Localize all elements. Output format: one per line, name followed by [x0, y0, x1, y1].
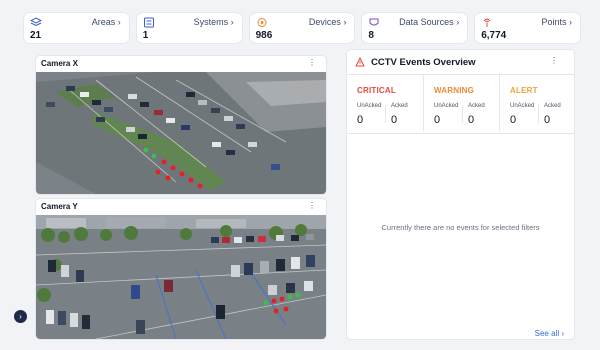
chevron-right-icon: › — [343, 17, 347, 27]
acked-label: Acked — [468, 103, 485, 109]
severity-warning[interactable]: WARNING UnAcked Acked 0 0 — [423, 74, 499, 131]
unacked-count: 0 — [434, 114, 441, 126]
empty-state-message: Currently there are no events for select… — [381, 223, 540, 232]
severity-name: WARNING — [434, 86, 475, 95]
divider — [462, 105, 463, 123]
camera-x-panel: Camera X ⋮ — [36, 56, 326, 194]
more-options-icon[interactable]: ⋮ — [550, 56, 558, 65]
more-options-icon[interactable]: ⋮ — [308, 58, 316, 67]
stat-value: 1 — [142, 30, 149, 41]
unacked-count: 0 — [510, 114, 517, 126]
stat-card-devices[interactable]: Devices › 986 — [249, 13, 355, 43]
antenna-icon — [483, 18, 491, 27]
device-icon — [257, 18, 267, 27]
severity-alert[interactable]: ALERT UnAcked Acked 0 0 — [499, 74, 575, 131]
stat-card-points[interactable]: Points › 6,774 — [475, 13, 580, 43]
chevron-right-icon: › — [568, 17, 572, 27]
severity-name: ALERT — [510, 86, 538, 95]
chevron-right-icon: › — [456, 17, 460, 27]
layers-icon — [30, 17, 42, 27]
stat-value: 21 — [30, 30, 42, 41]
acked-count: 0 — [468, 114, 475, 126]
severity-name: CRITICAL — [357, 86, 396, 95]
chevron-right-icon[interactable]: › — [14, 310, 27, 323]
camera-y-feed[interactable] — [36, 215, 326, 339]
stat-label: Systems — [193, 17, 229, 27]
stat-label: Points — [541, 17, 567, 27]
divider — [347, 133, 574, 134]
stat-value: 986 — [255, 30, 273, 41]
stat-label: Areas — [91, 17, 116, 27]
stat-card-areas[interactable]: Areas › 21 — [24, 13, 129, 43]
unacked-count: 0 — [357, 114, 364, 126]
severity-critical[interactable]: CRITICAL UnAcked Acked 0 0 — [347, 74, 422, 131]
acked-label: Acked — [544, 103, 561, 109]
events-header: CCTV Events Overview ⋮ — [347, 50, 574, 75]
warning-icon — [355, 57, 365, 67]
unacked-label: UnAcked — [434, 103, 459, 109]
chevron-right-icon: › — [230, 17, 234, 27]
stat-label: Devices — [308, 17, 341, 27]
more-options-icon[interactable]: ⋮ — [308, 201, 316, 210]
stat-label: Data Sources — [399, 17, 454, 27]
stat-card-data-sources[interactable]: Data Sources › 8 — [362, 13, 468, 43]
camera-x-feed[interactable] — [36, 72, 326, 194]
camera-title: Camera X — [41, 59, 78, 68]
events-title: CCTV Events Overview — [371, 57, 476, 68]
divider — [385, 105, 386, 123]
stat-value: 8 — [368, 30, 374, 41]
acked-count: 0 — [391, 114, 398, 126]
divider — [538, 105, 539, 123]
cctv-events-panel: CCTV Events Overview ⋮ CRITICAL UnAcked … — [347, 50, 574, 339]
chevron-right-icon: › — [117, 17, 121, 27]
server-icon — [143, 17, 154, 28]
stats-bar: Areas › 21 Systems › 1 Devices › 986 Dat… — [24, 13, 580, 43]
acked-count: 0 — [544, 114, 551, 126]
acked-label: Acked — [391, 103, 408, 109]
see-all-link[interactable]: See all › — [535, 329, 564, 338]
camera-header: Camera X ⋮ — [36, 56, 326, 72]
unacked-label: UnAcked — [357, 103, 382, 109]
stat-value: 6,774 — [481, 30, 507, 41]
camera-y-panel: Camera Y ⋮ — [36, 199, 326, 339]
camera-title: Camera Y — [41, 202, 78, 211]
unacked-label: UnAcked — [510, 103, 535, 109]
data-source-icon — [369, 18, 379, 26]
camera-header: Camera Y ⋮ — [36, 199, 326, 215]
stat-card-systems[interactable]: Systems › 1 — [136, 13, 242, 43]
